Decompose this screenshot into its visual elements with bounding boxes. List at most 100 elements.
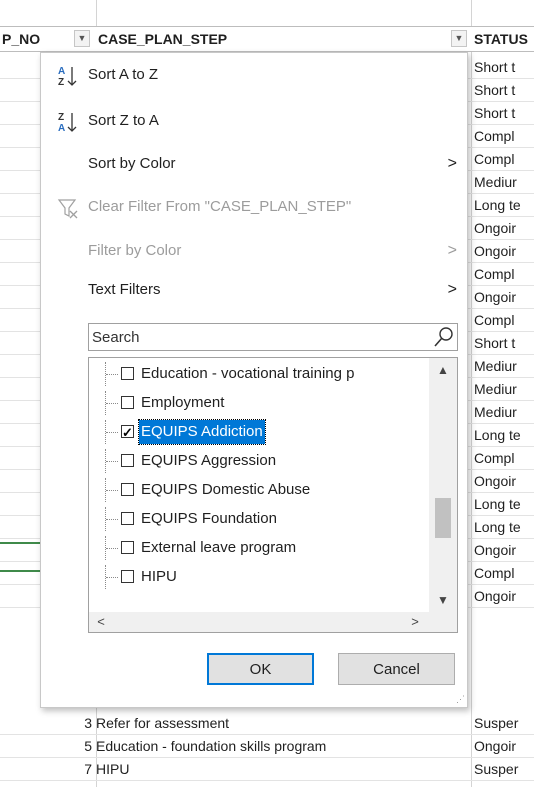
status-cell[interactable]: Long te (472, 424, 534, 446)
clear-filter-label: Clear Filter From "CASE_PLAN_STEP" (88, 198, 352, 215)
chevron-right-icon: > (447, 242, 457, 259)
status-cell[interactable]: Ongoir (472, 585, 534, 607)
ok-button[interactable]: OK (207, 653, 314, 685)
row-border-highlight (0, 570, 40, 572)
status-cell[interactable]: Mediur (472, 171, 534, 193)
clear-filter-item[interactable]: Clear Filter From "CASE_PLAN_STEP" (41, 189, 467, 225)
svg-text:A: A (58, 123, 65, 134)
status-cell[interactable]: Short t (472, 79, 534, 101)
status-cell[interactable]: Compl (472, 148, 534, 170)
status-cell[interactable]: Compl (472, 309, 534, 331)
checkbox[interactable] (121, 570, 134, 583)
status-cell: Ongoir (474, 738, 517, 754)
status-cell[interactable]: Ongoir (472, 240, 534, 262)
tree-connector (105, 420, 120, 444)
chevron-right-icon: > (447, 155, 457, 172)
header-p-no: P_NO (2, 31, 41, 47)
checkbox[interactable] (121, 396, 134, 409)
filter-list-items: Education - vocational training p Employm… (89, 358, 429, 614)
row-number-cell: 3 (84, 715, 92, 731)
status-cell[interactable]: Ongoir (472, 539, 534, 561)
tree-connector (105, 449, 120, 473)
filter-item-label: EQUIPS Aggression (141, 452, 277, 469)
svg-text:Z: Z (58, 77, 64, 88)
scroll-right-icon[interactable]: > (405, 612, 425, 632)
cancel-button[interactable]: Cancel (338, 653, 455, 685)
status-cell[interactable]: Ongoir (472, 286, 534, 308)
svg-text:Z: Z (58, 112, 64, 123)
status-cell[interactable]: Short t (472, 332, 534, 354)
filter-list-item[interactable]: EQUIPS Aggression (89, 449, 429, 473)
scroll-up-icon[interactable]: ▲ (429, 360, 457, 380)
checkbox[interactable] (121, 367, 134, 380)
scroll-down-icon[interactable]: ▼ (429, 590, 457, 610)
tree-connector (105, 565, 120, 589)
clear-filter-icon (57, 199, 78, 219)
checkbox[interactable] (121, 421, 134, 445)
status-cell[interactable]: Ongoir (472, 470, 534, 492)
filter-list-item[interactable]: External leave program (89, 536, 429, 560)
checkbox[interactable] (121, 454, 134, 467)
status-cell[interactable]: Short t (472, 56, 534, 78)
search-icon[interactable] (433, 326, 455, 348)
search-input[interactable] (92, 326, 422, 348)
status-cell[interactable]: Long te (472, 493, 534, 515)
row-gridline (0, 780, 534, 781)
sort-by-color-item[interactable]: Sort by Color > (41, 146, 467, 182)
filter-item-label: EQUIPS Addiction (138, 419, 266, 445)
table-row[interactable]: 5 Education - foundation skills program On… (0, 735, 534, 758)
status-cell[interactable]: Short t (472, 102, 534, 124)
table-row[interactable]: 7 HIPU Susper (0, 758, 534, 781)
filter-list-item[interactable]: EQUIPS Addiction (89, 419, 429, 445)
autofilter-dropdown: A Z Sort A to Z Z A Sort Z to A Sort by … (40, 52, 468, 708)
filter-item-label: EQUIPS Foundation (141, 510, 277, 527)
filter-list-item[interactable]: HIPU (89, 565, 429, 589)
status-cell[interactable]: Ongoir (472, 217, 534, 239)
filter-list-item[interactable]: Education - vocational training p (89, 362, 429, 386)
filter-by-color-item[interactable]: Filter by Color > (41, 233, 467, 269)
status-cell[interactable]: Compl (472, 562, 534, 584)
search-box (88, 323, 458, 351)
status-cell[interactable]: Compl (472, 447, 534, 469)
header-case-plan-step: CASE_PLAN_STEP (98, 31, 228, 47)
filter-item-label: HIPU (141, 568, 177, 585)
sort-z-to-a-item[interactable]: Z A Sort Z to A (41, 103, 467, 139)
table-row[interactable]: 3 Refer for assessment Susper (0, 712, 534, 735)
sort-a-to-z-item[interactable]: A Z Sort A to Z (41, 57, 467, 93)
status-cell[interactable]: Long te (472, 516, 534, 538)
scroll-left-icon[interactable]: < (91, 612, 111, 632)
case-plan-step-cell: Refer for assessment (96, 715, 230, 731)
tree-connector (105, 507, 120, 531)
filter-dropdown-button-active[interactable]: ▼ (451, 30, 467, 47)
sort-a-to-z-label: Sort A to Z (88, 66, 159, 83)
filter-list-item[interactable]: EQUIPS Domestic Abuse (89, 478, 429, 502)
status-cell[interactable]: Mediur (472, 355, 534, 377)
filter-list-item[interactable]: Employment (89, 391, 429, 415)
checkbox[interactable] (121, 541, 134, 554)
filter-dropdown-button[interactable]: ▼ (74, 30, 90, 47)
header-row: P_NO ▼ CASE_PLAN_STEP ▼ STATUS (0, 26, 534, 52)
filter-list-item[interactable]: EQUIPS Foundation (89, 507, 429, 531)
status-cell[interactable]: Compl (472, 125, 534, 147)
status-cell[interactable]: Mediur (472, 401, 534, 423)
sort-z-to-a-label: Sort Z to A (88, 112, 159, 129)
scrollbar-thumb[interactable] (435, 498, 451, 538)
text-filters-item[interactable]: Text Filters > (41, 272, 467, 308)
vertical-scrollbar[interactable]: ▲ ▼ (429, 358, 457, 614)
checkbox[interactable] (121, 512, 134, 525)
status-cell[interactable]: Long te (472, 194, 534, 216)
status-cell: Susper (474, 761, 519, 777)
status-cell[interactable]: Compl (472, 263, 534, 285)
tree-connector (105, 391, 120, 415)
text-filters-label: Text Filters (88, 281, 161, 298)
resize-grip-icon[interactable]: ⋰ (456, 694, 465, 705)
status-cell: Susper (474, 715, 519, 731)
filter-by-color-label: Filter by Color (88, 242, 182, 259)
status-cell[interactable]: Mediur (472, 378, 534, 400)
checkbox[interactable] (121, 483, 134, 496)
horizontal-scrollbar[interactable]: < > (89, 612, 429, 632)
row-border-highlight (0, 542, 40, 544)
sort-descending-icon: Z A (58, 112, 77, 134)
sort-ascending-icon: A Z (58, 66, 77, 88)
tree-connector (105, 362, 120, 386)
